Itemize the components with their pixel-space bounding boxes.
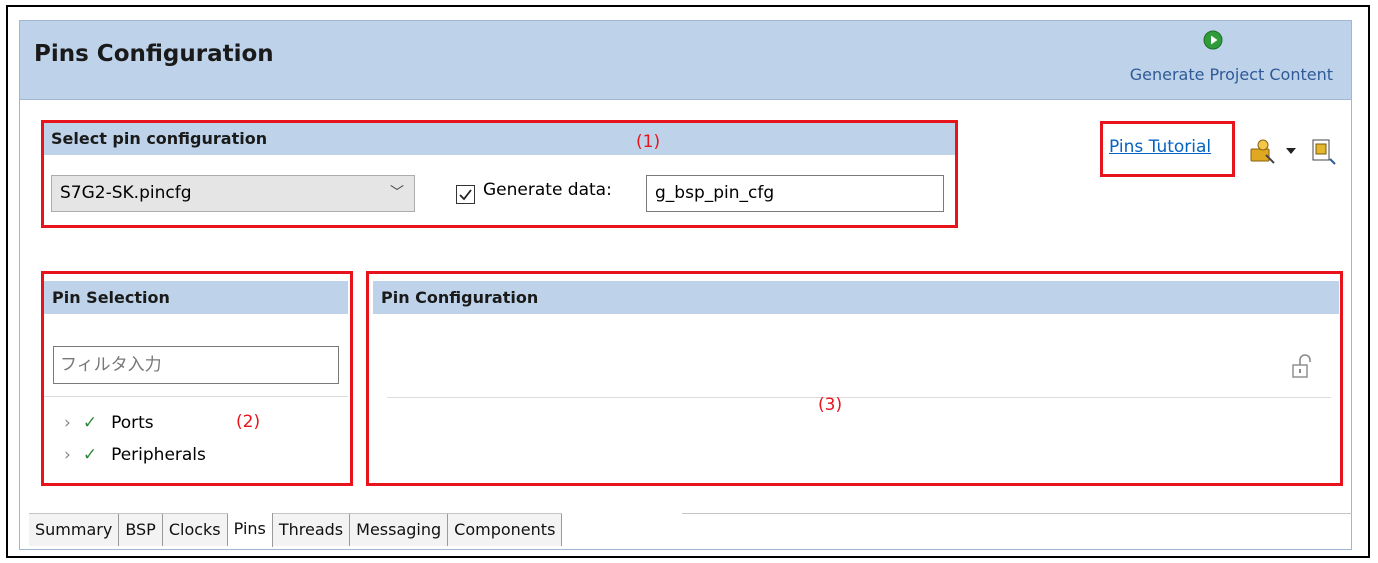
wizard-icon[interactable] — [1248, 137, 1278, 167]
tab-clocks[interactable]: Clocks — [162, 514, 228, 546]
generate-project-content-button[interactable]: Generate Project Content — [1093, 27, 1333, 93]
tab-summary[interactable]: Summary — [29, 514, 120, 546]
annotation-box-tutorial — [1100, 121, 1235, 177]
generate-project-content-label: Generate Project Content — [1129, 65, 1333, 84]
annotation-label-2: (2) — [236, 412, 261, 432]
annotation-label-1: (1) — [636, 132, 661, 152]
editor-tab-bar: Summary BSP Clocks Pins Threads Messagin… — [29, 513, 563, 547]
annotation-box-3 — [366, 271, 1343, 486]
tab-pins[interactable]: Pins — [227, 513, 273, 547]
annotation-label-3: (3) — [818, 395, 843, 415]
dropdown-arrow-icon[interactable] — [1284, 145, 1298, 157]
annotation-box-2 — [41, 271, 353, 486]
page-title: Pins Configuration — [34, 41, 274, 67]
tab-bar-baseline — [682, 513, 1352, 514]
tab-bsp[interactable]: BSP — [119, 514, 163, 546]
tab-threads[interactable]: Threads — [272, 514, 351, 546]
export-report-icon[interactable] — [1310, 137, 1338, 167]
annotation-box-1 — [41, 120, 958, 228]
tab-messaging[interactable]: Messaging — [350, 514, 449, 546]
play-icon — [1203, 30, 1223, 50]
tab-components[interactable]: Components — [448, 514, 563, 546]
editor-header: Pins Configuration Generate Project Cont… — [20, 21, 1351, 100]
